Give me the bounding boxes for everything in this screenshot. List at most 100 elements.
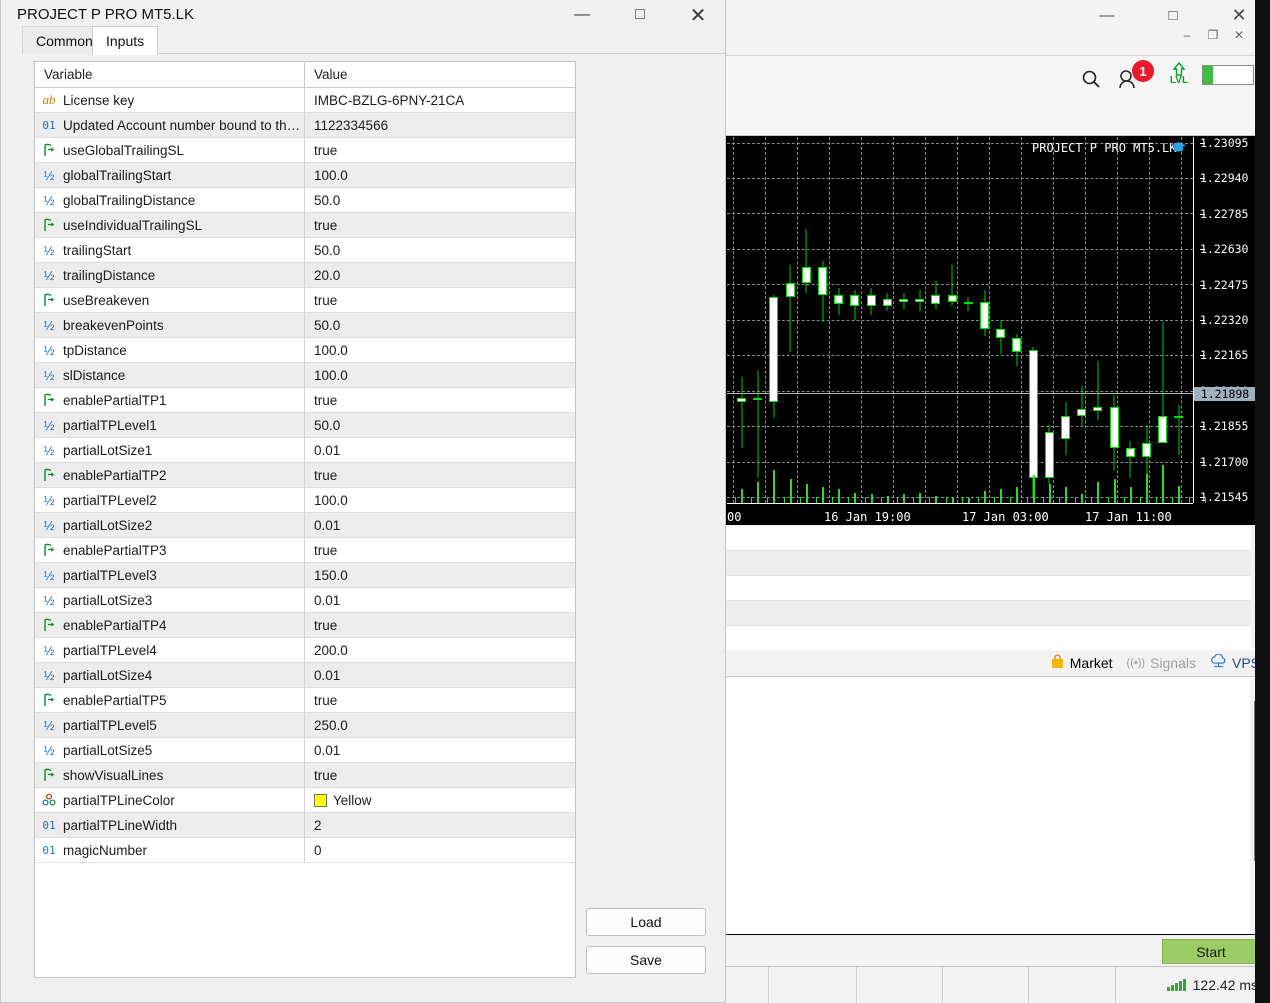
value-cell[interactable]: 0 bbox=[305, 838, 575, 862]
inputs-grid-row[interactable]: useIndividualTrailingSL true bbox=[35, 213, 575, 238]
value-cell[interactable]: true bbox=[305, 463, 575, 487]
variable-cell[interactable]: ½ globalTrailingDistance bbox=[35, 188, 305, 212]
inputs-grid-row[interactable]: ½ globalTrailingDistance 50.0 bbox=[35, 188, 575, 213]
variable-cell[interactable]: useIndividualTrailingSL bbox=[35, 213, 305, 237]
inputs-grid-row[interactable]: ½ partialTPLevel3 150.0 bbox=[35, 563, 575, 588]
value-cell[interactable]: true bbox=[305, 138, 575, 162]
variable-cell[interactable]: ½ globalTrailingStart bbox=[35, 163, 305, 187]
variable-cell[interactable]: ½ partialLotSize2 bbox=[35, 513, 305, 537]
mdi-restore-button[interactable]: ❐ bbox=[1200, 24, 1226, 46]
variable-cell[interactable]: showVisualLines bbox=[35, 763, 305, 787]
inputs-grid-row[interactable]: 01 Updated Account number bound to the ..… bbox=[35, 113, 575, 138]
inputs-grid-row[interactable]: ½ partialLotSize1 0.01 bbox=[35, 438, 575, 463]
variable-cell[interactable]: ½ breakevenPoints bbox=[35, 313, 305, 337]
variable-cell[interactable]: ½ partialLotSize3 bbox=[35, 588, 305, 612]
value-cell[interactable]: 0.01 bbox=[305, 663, 575, 687]
variable-cell[interactable]: ½ partialTPLevel4 bbox=[35, 638, 305, 662]
inputs-grid-row[interactable]: ½ globalTrailingStart 100.0 bbox=[35, 163, 575, 188]
chart-plot-area[interactable] bbox=[727, 137, 1193, 503]
variable-cell[interactable]: useBreakeven bbox=[35, 288, 305, 312]
value-cell[interactable]: true bbox=[305, 288, 575, 312]
terminal-data-panel[interactable] bbox=[726, 526, 1270, 651]
variable-cell[interactable]: ½ partialTPLevel2 bbox=[35, 488, 305, 512]
table-row[interactable] bbox=[726, 526, 1270, 551]
variable-cell[interactable]: 01 magicNumber bbox=[35, 838, 305, 862]
value-cell[interactable]: 0.01 bbox=[305, 513, 575, 537]
tab-signals[interactable]: ((•)) Signals bbox=[1127, 655, 1196, 671]
value-cell[interactable]: true bbox=[305, 538, 575, 562]
inputs-grid-row[interactable]: 01 magicNumber 0 bbox=[35, 838, 575, 863]
variable-cell[interactable]: ½ partialLotSize1 bbox=[35, 438, 305, 462]
value-cell[interactable]: 50.0 bbox=[305, 413, 575, 437]
value-cell[interactable]: true bbox=[305, 213, 575, 237]
variable-cell[interactable]: useGlobalTrailingSL bbox=[35, 138, 305, 162]
level-meter[interactable] bbox=[1202, 65, 1254, 85]
inputs-grid-row[interactable]: ½ partialLotSize2 0.01 bbox=[35, 513, 575, 538]
value-cell[interactable]: 100.0 bbox=[305, 363, 575, 387]
price-chart[interactable]: 1.23095 1.22940 1.22785 1.22630 1.22475 1.223… bbox=[726, 136, 1260, 525]
inputs-grid-row[interactable]: 01 partialTPLineWidth 2 bbox=[35, 813, 575, 838]
value-cell[interactable]: 150.0 bbox=[305, 563, 575, 587]
inputs-grid-row[interactable]: ½ partialTPLevel4 200.0 bbox=[35, 638, 575, 663]
value-cell[interactable]: IMBC-BZLG-6PNY-21CA bbox=[305, 88, 575, 112]
inputs-grid-row[interactable]: ½ breakevenPoints 50.0 bbox=[35, 313, 575, 338]
value-cell[interactable]: 50.0 bbox=[305, 313, 575, 337]
inputs-grid-row[interactable]: ½ trailingDistance 20.0 bbox=[35, 263, 575, 288]
value-cell[interactable]: 0.01 bbox=[305, 588, 575, 612]
time-axis[interactable]: 00 16 Jan 19:00 17 Jan 03:00 17 Jan 11:00 bbox=[727, 497, 1206, 526]
inputs-grid-row[interactable]: showVisualLines true bbox=[35, 763, 575, 788]
value-cell[interactable]: 20.0 bbox=[305, 263, 575, 287]
value-cell[interactable]: 200.0 bbox=[305, 638, 575, 662]
variable-cell[interactable]: ab License key bbox=[35, 88, 305, 112]
variable-cell[interactable]: ½ partialLotSize4 bbox=[35, 663, 305, 687]
value-cell[interactable]: 250.0 bbox=[305, 713, 575, 737]
variable-cell[interactable]: ½ partialTPLevel1 bbox=[35, 413, 305, 437]
inputs-grid-row[interactable]: ½ partialTPLevel1 50.0 bbox=[35, 413, 575, 438]
inputs-grid-row[interactable]: ½ partialLotSize4 0.01 bbox=[35, 663, 575, 688]
inputs-grid-row[interactable]: ½ partialTPLevel5 250.0 bbox=[35, 713, 575, 738]
inputs-grid-row[interactable]: enablePartialTP1 true bbox=[35, 388, 575, 413]
value-cell[interactable]: 100.0 bbox=[305, 488, 575, 512]
inputs-grid-row[interactable]: enablePartialTP2 true bbox=[35, 463, 575, 488]
tab-vps[interactable]: VPS bbox=[1210, 653, 1260, 672]
table-row[interactable] bbox=[726, 576, 1270, 601]
variable-cell[interactable]: ½ partialTPLevel5 bbox=[35, 713, 305, 737]
inputs-grid-row[interactable]: partialTPLineColor Yellow bbox=[35, 788, 575, 813]
inputs-grid-row[interactable]: ab License key IMBC-BZLG-6PNY-21CA bbox=[35, 88, 575, 113]
variable-cell[interactable]: enablePartialTP1 bbox=[35, 388, 305, 412]
variable-cell[interactable]: ½ trailingDistance bbox=[35, 263, 305, 287]
taskbar-corner-icon[interactable] bbox=[1257, 988, 1268, 999]
value-cell[interactable]: 0.01 bbox=[305, 738, 575, 762]
value-cell[interactable]: true bbox=[305, 388, 575, 412]
start-button[interactable]: Start bbox=[1162, 939, 1260, 964]
inputs-grid-row[interactable]: ½ partialTPLevel2 100.0 bbox=[35, 488, 575, 513]
table-row[interactable] bbox=[726, 626, 1270, 651]
variable-cell[interactable]: ½ trailingStart bbox=[35, 238, 305, 262]
inputs-grid-row[interactable]: useBreakeven true bbox=[35, 288, 575, 313]
value-cell[interactable]: 50.0 bbox=[305, 188, 575, 212]
inputs-grid-row[interactable]: ½ slDistance 100.0 bbox=[35, 363, 575, 388]
notification-badge[interactable]: 1 bbox=[1132, 60, 1154, 82]
terminal-work-area[interactable] bbox=[726, 677, 1270, 935]
value-cell[interactable]: 100.0 bbox=[305, 163, 575, 187]
price-axis[interactable]: 1.23095 1.22940 1.22785 1.22630 1.22475 1.223… bbox=[1193, 136, 1261, 504]
variable-cell[interactable]: enablePartialTP3 bbox=[35, 538, 305, 562]
inputs-grid-row[interactable]: enablePartialTP4 true bbox=[35, 613, 575, 638]
value-cell[interactable]: true bbox=[305, 613, 575, 637]
inputs-grid-row[interactable]: ½ tpDistance 100.0 bbox=[35, 338, 575, 363]
variable-cell[interactable]: ½ slDistance bbox=[35, 363, 305, 387]
tab-inputs[interactable]: Inputs bbox=[92, 26, 159, 55]
variable-cell[interactable]: partialTPLineColor bbox=[35, 788, 305, 812]
value-cell[interactable]: 50.0 bbox=[305, 238, 575, 262]
variable-cell[interactable]: ½ partialTPLevel3 bbox=[35, 563, 305, 587]
variable-cell[interactable]: ½ tpDistance bbox=[35, 338, 305, 362]
tab-market[interactable]: Market bbox=[1050, 654, 1113, 672]
inputs-grid-row[interactable]: enablePartialTP3 true bbox=[35, 538, 575, 563]
inputs-grid-row[interactable]: ½ trailingStart 50.0 bbox=[35, 238, 575, 263]
value-cell[interactable]: true bbox=[305, 688, 575, 712]
mdi-minimize-button[interactable]: – bbox=[1174, 24, 1200, 46]
variable-cell[interactable]: enablePartialTP5 bbox=[35, 688, 305, 712]
value-cell[interactable]: true bbox=[305, 763, 575, 787]
variable-cell[interactable]: 01 Updated Account number bound to the ..… bbox=[35, 113, 305, 137]
value-cell[interactable]: 1122334566 bbox=[305, 113, 575, 137]
